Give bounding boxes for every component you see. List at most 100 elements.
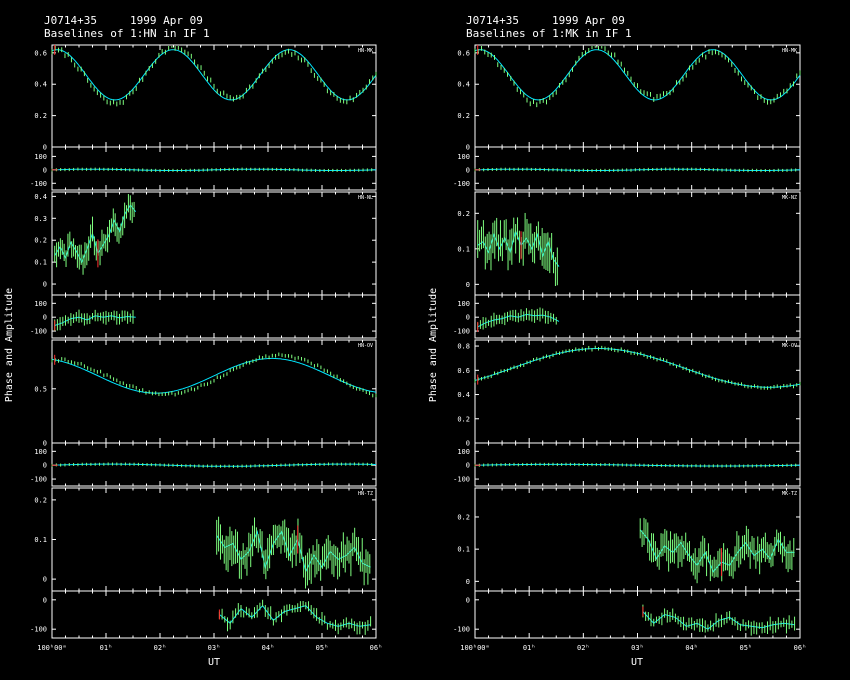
y-tick-label: -100: [30, 626, 47, 634]
y-tick-label: 0.1: [34, 259, 47, 267]
y-tick-label: 0.2: [457, 513, 470, 521]
x-tick-label: 04ʰ: [262, 644, 275, 652]
baseline-label: MK-NZ: [782, 195, 797, 201]
x-tick-label: 05ʰ: [316, 644, 329, 652]
model-phase-line: [51, 463, 376, 467]
figure-left-panels: 00.20.40.6 HN-MK-100010000.10.20.30.4 HN-N…: [30, 44, 383, 652]
amp-panel-mk-tz: 0 0.1 0.2 MK-TZ: [457, 487, 801, 592]
amp-panel-hn-mk: 0 0.2 0.4 0.6 HN-MK: [34, 44, 377, 152]
x-tick-label: 04ʰ: [685, 644, 698, 652]
y-tick-label: 0.2: [34, 496, 47, 504]
y-tick-label: -100: [30, 476, 47, 484]
model-phase-line: [475, 463, 800, 467]
baseline-label: HN-MK: [358, 48, 373, 54]
phase-panel-hn-nl: -100 0 100: [30, 294, 377, 339]
y-tick-label: 0: [466, 578, 470, 586]
figure-right: J0714+35 1999 Apr 09 Baselines of 1:MK i…: [428, 14, 806, 668]
y-tick-label: 100: [34, 153, 47, 161]
vlbi-baseline-plots: J0714+35 1999 Apr 09 Baselines of 1:HN i…: [4, 14, 806, 668]
y-tick-label: 0.5: [34, 385, 47, 393]
amp-panel-frame: [474, 487, 801, 592]
y-tick-label: -100: [453, 476, 470, 484]
phase-panel-mk-tz: -100 0: [453, 590, 801, 639]
source-name-right: J0714+35: [466, 14, 519, 27]
phase-panel-hn-mk: -100 0100: [30, 146, 377, 191]
y-tick-label: 0.1: [457, 546, 470, 554]
phase-panel-frame: [51, 590, 377, 639]
phase-panel-hn-tz: -100 0: [30, 590, 377, 639]
amp-panel-hn-ov: 0 0.5 HN-OV: [34, 339, 377, 448]
phase-panel-mk-nz: -100 0 100: [453, 294, 801, 339]
y-tick-label: 0: [466, 462, 470, 470]
y-tick-label: 100: [34, 448, 47, 456]
x-tick-label: 01ʰ: [523, 644, 536, 652]
y-tick-label: -100: [453, 626, 470, 634]
y-tick-label: -100: [30, 180, 47, 188]
x-tick-label: 03ʰ: [631, 644, 644, 652]
y-tick-label: 0: [43, 281, 47, 289]
x-tick-label: 01ʰ: [100, 644, 113, 652]
y-tick-label: 0.6: [457, 367, 470, 375]
observation-date-left: 1999 Apr 09: [130, 14, 203, 27]
y-tick-label: 0.6: [34, 49, 47, 57]
amp-panel-hn-nl: 0 0.1 0.2 0.3 0.4 HN-NL: [34, 191, 377, 296]
y-tick-label: 0.4: [457, 81, 470, 89]
amp-panel-frame: [51, 191, 377, 296]
y-tick-label: 0: [43, 596, 47, 604]
model-phase-line: [52, 168, 377, 171]
x-tick-label: 02ʰ: [154, 644, 167, 652]
y-tick-label: -100: [453, 180, 470, 188]
y-tick-label: 0.3: [34, 215, 47, 223]
baseline-label: MK-OV: [782, 343, 797, 349]
model-phase-line: [475, 168, 801, 171]
phase-panel-hn-ov: -1000100: [30, 442, 377, 487]
figure-subtitle-left: Baselines of 1:HN in IF 1: [44, 27, 210, 40]
y-axis-label-right: Phase and Amplitude: [428, 288, 439, 402]
model-amplitude-line: [51, 357, 377, 394]
y-tick-label: 0: [466, 166, 470, 174]
amp-panel-hn-tz: 0 0.1 0.2 HN-TZ: [34, 487, 377, 592]
x-tick-label: 02ʰ: [577, 644, 590, 652]
y-tick-label: 100: [457, 448, 470, 456]
y-tick-label: 0.4: [34, 81, 47, 89]
baseline-label: HN-TZ: [358, 491, 373, 497]
y-tick-label: 0: [43, 144, 47, 152]
x-tick-label: 100ʰ00ᵐ: [460, 644, 490, 652]
x-tick-label: 100ʰ00ᵐ: [37, 644, 67, 652]
amp-panel-frame: [51, 339, 377, 444]
y-tick-label: -100: [30, 328, 47, 336]
observation-date-right: 1999 Apr 09: [552, 14, 625, 27]
source-name-left: J0714+35: [44, 14, 97, 27]
x-tick-label: 06ʰ: [794, 644, 807, 652]
y-tick-label: 0.4: [457, 391, 470, 399]
y-tick-label: 0: [466, 596, 470, 604]
model-amplitude-line: [477, 229, 560, 267]
y-tick-label: 0.2: [457, 415, 470, 423]
amp-panel-frame: [51, 487, 377, 592]
phase-panel-frame: [51, 146, 377, 191]
figure-subtitle-right: Baselines of 1:MK in IF 1: [466, 27, 632, 40]
y-tick-label: 0.1: [457, 245, 470, 253]
y-tick-label: 0: [43, 440, 47, 448]
y-tick-label: 0.2: [34, 112, 47, 120]
y-tick-label: 0.2: [457, 112, 470, 120]
y-tick-label: 0.1: [34, 536, 47, 544]
x-axis-label-left: UT: [208, 657, 220, 668]
y-tick-label: 0: [466, 440, 470, 448]
baseline-label: HN-OV: [358, 343, 373, 349]
amp-panel-mk-nz: 0 0.1 0.2 MK-NZ: [457, 191, 801, 296]
y-tick-label: 100: [457, 300, 470, 308]
y-tick-label: 0: [43, 462, 47, 470]
x-tick-label: 06ʰ: [370, 644, 383, 652]
y-tick-label: 100: [457, 153, 470, 161]
y-tick-label: 0.2: [457, 210, 470, 218]
x-tick-label: 03ʰ: [208, 644, 221, 652]
y-tick-label: 0.4: [34, 193, 47, 201]
model-amplitude-line: [474, 49, 801, 101]
y-tick-label: 0: [466, 281, 470, 289]
y-tick-label: 0: [466, 314, 470, 322]
y-axis-label-left: Phase and Amplitude: [4, 288, 15, 402]
figure-left: J0714+35 1999 Apr 09 Baselines of 1:HN i…: [4, 14, 382, 668]
amp-panel-mk-ov: 0 0.2 0.4 0.6 0.8 MK-OV: [457, 339, 801, 448]
y-tick-label: 0: [43, 314, 47, 322]
